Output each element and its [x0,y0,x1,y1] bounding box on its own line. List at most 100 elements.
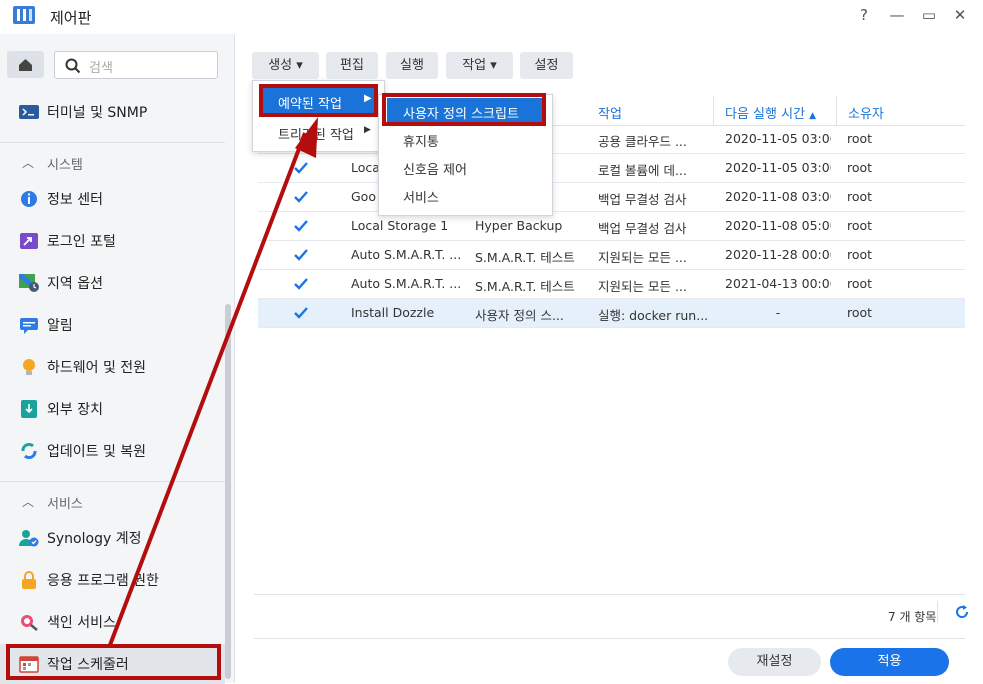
cell-next-run: 2020-11-08 03:00 [725,189,831,204]
sidebar-item-hardware-power[interactable]: 하드웨어 및 전원 [0,347,225,387]
menu-item-label: 트리거된 작업 [278,128,354,143]
action-label: 작업 [462,58,487,73]
table-row[interactable]: Goop백업 무결성 검사2020-11-08 03:00root [258,183,965,212]
cell-name: Auto S.M.A.R.T. ... [351,247,461,262]
item-count: 7 개 항목 [888,610,937,624]
sidebar-item-label: 외부 장치 [47,402,103,418]
section-header-system[interactable]: ︿ 시스템 [0,148,225,178]
minimize-button[interactable]: — [885,6,909,26]
sidebar-item-indexing-service[interactable]: 색인 서비스 [0,602,225,642]
cell-type: S.M.A.R.T. 테스트 [475,279,575,294]
cell-next-run: 2020-11-05 03:00 [725,131,831,146]
cell-next-run: 2020-11-05 03:00 [725,160,831,175]
cell-type: S.M.A.R.T. 테스트 [475,250,575,265]
table-row[interactable]: Auto S.M.A.R.T. ... S.M.A.R.T. 테스트 지원되는 모든… [258,270,965,299]
search-placeholder: 검색 [89,61,113,76]
cell-next-run: 2021-04-13 00:00 [725,276,831,291]
notification-icon [20,318,38,334]
menu-item-service[interactable]: 서비스 [403,187,439,206]
table-row[interactable]: Locap로컬 볼륨에 데...2020-11-05 03:00root [258,154,965,183]
cell-owner: root [847,218,873,233]
grid-footer: 7 개 항목 [254,594,969,638]
checkbox-checked-icon[interactable] [294,190,308,204]
section-label: 시스템 [47,158,83,173]
table-row[interactable]: Install Dozzle 사용자 정의 스... 실행: docker run.… [258,299,965,328]
menu-item-triggered-task[interactable]: 트리거된 작업 ▶ [262,119,378,145]
cell-owner: root [847,305,873,320]
cell-action: 공용 클라우드 ... [598,134,687,149]
sidebar-item-label: 알림 [47,318,73,334]
cell-action: 백업 무결성 검사 [598,221,687,236]
sidebar-item-external-device[interactable]: 외부 장치 [0,389,225,429]
refresh-icon[interactable] [954,604,970,620]
sidebar: 검색 터미널 및 SNMP ︿ 시스템 정보 센터 로그인 포털 지역 옵션 알… [0,34,235,684]
sidebar-item-terminal[interactable]: 터미널 및 SNMP [0,92,225,132]
sidebar-item-notification[interactable]: 알림 [0,305,225,345]
cell-next-run: 2020-11-28 00:00 [725,247,831,262]
submenu-arrow-icon: ▶ [364,125,371,135]
cell-next-run: 2020-11-08 05:00 [725,218,831,233]
sidebar-item-label: Synology 계정 [47,531,142,547]
maximize-button[interactable]: ▭ [917,6,941,26]
checkbox-checked-icon[interactable] [294,248,308,262]
settings-button[interactable]: 설정 [520,52,573,79]
sidebar-item-label: 색인 서비스 [47,615,116,631]
checkbox-checked-icon[interactable] [294,161,308,175]
edit-button[interactable]: 편집 [326,52,378,79]
sidebar-item-label: 지역 옵션 [47,276,103,292]
menu-item-beep-control[interactable]: 신호음 제어 [403,159,467,178]
column-header-next-run[interactable]: 다음 실행 시간 ▲ [725,103,816,122]
cell-next-run: - [775,305,781,320]
column-header-owner[interactable]: 소유자 [848,103,884,122]
sidebar-item-info-center[interactable]: 정보 센터 [0,179,225,219]
login-portal-icon [20,233,38,249]
table-row[interactable]: Auto S.M.A.R.T. ... S.M.A.R.T. 테스트 지원되는 모든… [258,241,965,270]
sidebar-item-regional-options[interactable]: 지역 옵션 [0,263,225,303]
checkbox-checked-icon[interactable] [294,277,308,291]
divider [0,481,225,482]
sidebar-item-synology-account[interactable]: Synology 계정 [0,518,225,558]
control-panel-icon [12,4,36,26]
menu-item-recycle-bin[interactable]: 휴지통 [403,131,439,150]
caret-down-icon: ▾ [490,58,497,73]
cell-type: Hyper Backup [475,218,563,233]
apply-button[interactable]: 적용 [830,648,949,676]
sidebar-item-login-portal[interactable]: 로그인 포털 [0,221,225,261]
sidebar-item-update-restore[interactable]: 업데이트 및 복원 [0,431,225,471]
highlight-box-task-scheduler [6,644,221,680]
reset-button[interactable]: 재설정 [728,648,821,676]
help-button[interactable]: ? [852,6,876,26]
section-header-services[interactable]: ︿ 서비스 [0,487,225,517]
close-button[interactable]: ✕ [948,6,972,26]
hardware-power-icon [23,359,35,375]
column-divider [713,96,714,126]
cell-owner: root [847,189,873,204]
home-button[interactable] [7,51,44,78]
checkbox-checked-icon[interactable] [294,219,308,233]
divider [937,601,938,623]
sidebar-scrollbar[interactable] [225,304,231,679]
sidebar-item-label: 응용 프로그램 권한 [47,573,159,589]
divider [254,638,965,639]
sidebar-item-app-privileges[interactable]: 응용 프로그램 권한 [0,560,225,600]
action-button[interactable]: 작업 ▾ [446,52,513,79]
cell-name: Install Dozzle [351,305,435,320]
run-button[interactable]: 실행 [386,52,438,79]
table-row[interactable]: Local Storage 1 Hyper Backup 백업 무결성 검사 2020… [258,212,965,241]
cell-owner: root [847,276,873,291]
cell-name: Local Storage 1 [351,218,449,233]
chevron-up-icon: ︿ [22,156,35,170]
create-button[interactable]: 생성 ▾ [252,52,319,79]
column-header-action[interactable]: 작업 [598,103,622,122]
cell-action: 로컬 볼륨에 데... [598,163,687,178]
window-title: 제어판 [50,9,92,27]
sidebar-item-label: 터미널 및 SNMP [47,105,148,121]
sidebar-item-label: 정보 센터 [47,192,103,208]
cell-type: 사용자 정의 스... [475,308,564,323]
cell-owner: root [847,131,873,146]
search-input[interactable]: 검색 [54,51,218,79]
sidebar-item-label: 하드웨어 및 전원 [47,360,147,376]
column-divider [836,96,837,126]
checkbox-checked-icon[interactable] [294,306,308,320]
cell-action: 지원되는 모든 ... [598,279,687,294]
